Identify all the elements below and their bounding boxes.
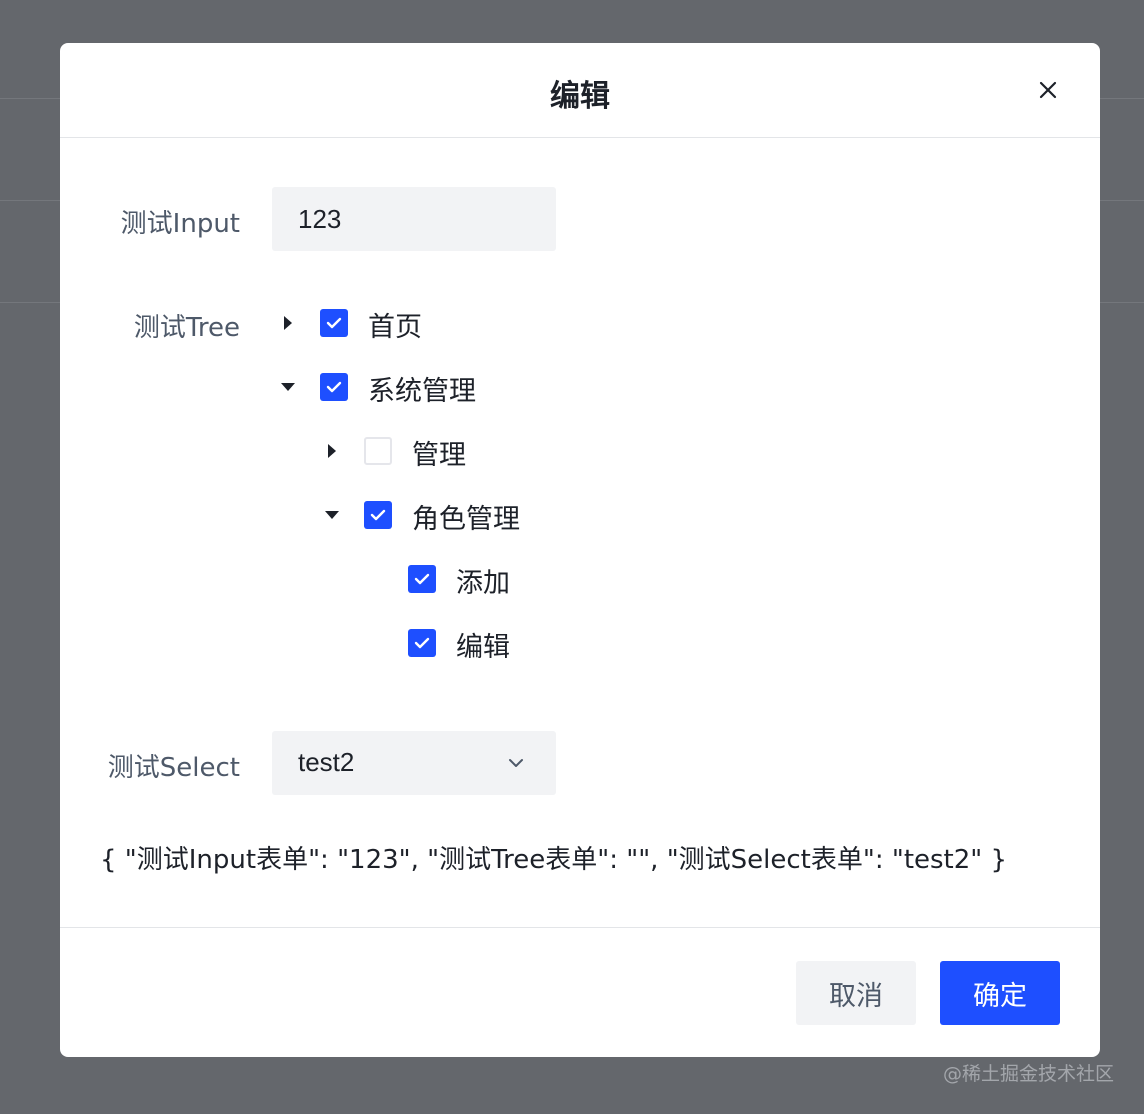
- close-button[interactable]: [1034, 76, 1062, 104]
- tree-node-title[interactable]: 系统管理: [368, 369, 476, 408]
- tree-node-title[interactable]: 添加: [456, 561, 510, 600]
- check-icon: [326, 317, 342, 329]
- tree-node-title[interactable]: 角色管理: [412, 497, 520, 536]
- check-icon: [326, 381, 342, 393]
- tree-node-checkbox[interactable]: [320, 373, 348, 401]
- form-values-output: { "测试Input表单": "123", "测试Tree表单": "", "测…: [100, 845, 1008, 875]
- input-label: 测试Input: [120, 209, 240, 239]
- tree-label: 测试Tree: [133, 313, 240, 343]
- check-icon: [370, 509, 386, 521]
- caret-down-icon[interactable]: [280, 379, 296, 395]
- tree-node: 首页: [280, 303, 680, 343]
- tree-node-checkbox[interactable]: [408, 629, 436, 657]
- tree-node-checkbox[interactable]: [364, 437, 392, 465]
- test-input-wrapper: [272, 187, 556, 251]
- confirm-button[interactable]: 确定: [940, 961, 1060, 1025]
- check-icon: [414, 637, 430, 649]
- caret-right-icon[interactable]: [280, 315, 296, 331]
- select-label: 测试Select: [107, 753, 240, 783]
- modal-header: 编辑: [60, 43, 1100, 138]
- modal-title: 编辑: [550, 79, 610, 114]
- tree-node-checkbox[interactable]: [364, 501, 392, 529]
- tree-node: 管理: [324, 431, 724, 471]
- tree-node-title[interactable]: 编辑: [456, 625, 510, 664]
- cancel-button[interactable]: 取消: [796, 961, 916, 1025]
- tree-node-checkbox[interactable]: [408, 565, 436, 593]
- close-icon: [1039, 81, 1057, 99]
- tree-node-title[interactable]: 管理: [412, 433, 466, 472]
- tree-node: 编辑: [368, 623, 768, 663]
- tree-node: 添加: [368, 559, 768, 599]
- tree-node: 系统管理: [280, 367, 680, 407]
- check-icon: [414, 573, 430, 585]
- edit-modal: 编辑 测试Input 测试Tree 首页系统管理管理角色管理添加编辑 测试Sel…: [60, 43, 1100, 1057]
- caret-right-icon[interactable]: [324, 443, 340, 459]
- test-select[interactable]: test2: [272, 731, 556, 795]
- modal-footer: 取消 确定: [60, 927, 1100, 1057]
- caret-down-icon[interactable]: [324, 507, 340, 523]
- tree-node: 角色管理: [324, 495, 724, 535]
- select-value: test2: [298, 747, 355, 777]
- tree-node-title[interactable]: 首页: [368, 305, 422, 344]
- watermark: @稀土掘金技术社区: [942, 1063, 1114, 1085]
- test-input[interactable]: [272, 187, 556, 251]
- chevron-down-icon: [509, 759, 523, 767]
- tree-node-checkbox[interactable]: [320, 309, 348, 337]
